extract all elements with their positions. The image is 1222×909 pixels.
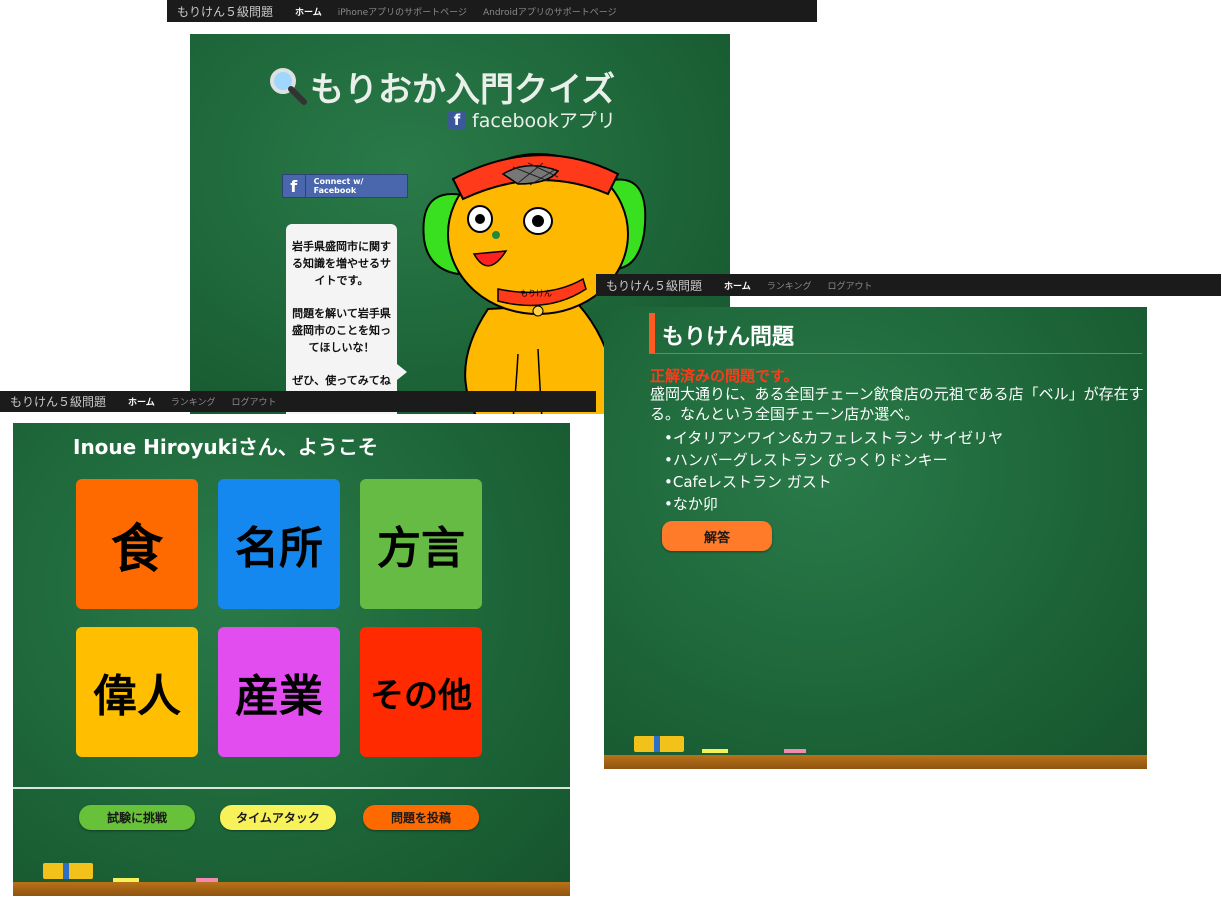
category-people-tile[interactable]: 偉人 xyxy=(76,627,198,757)
nav-iphone-support[interactable]: iPhoneアプリのサポートページ xyxy=(330,5,475,18)
category-other-tile[interactable]: その他 xyxy=(360,627,482,757)
facebook-app-label: f facebookアプリ xyxy=(448,106,616,133)
answer-option[interactable]: •ハンバーグレストラン びっくりドンキー xyxy=(664,449,1003,471)
divider xyxy=(13,787,570,789)
connect-label: Connect w/ Facebook xyxy=(313,177,364,195)
eraser-image xyxy=(43,863,93,879)
nav-home[interactable]: ホーム xyxy=(287,5,330,18)
question-page-title: もりけん問題 xyxy=(662,325,795,350)
facebook-icon: f xyxy=(283,175,306,197)
nav-logout[interactable]: ログアウト xyxy=(819,279,880,292)
chalk-tray xyxy=(604,755,1147,769)
facebook-icon: f xyxy=(448,110,466,129)
category-food-tile[interactable]: 食 xyxy=(76,479,198,609)
answer-options: •イタリアンワイン&カフェレストラン サイゼリヤ •ハンバーグレストラン びっく… xyxy=(664,427,1003,515)
connect-facebook-button[interactable]: f Connect w/ Facebook xyxy=(282,174,408,198)
navbar-brand[interactable]: もりけん５級問題 xyxy=(177,3,273,20)
panel3-board: Inoue Hiroyukiさん、ようこそ 食 名所 方言 偉人 産業 その他 … xyxy=(13,423,570,896)
nav-ranking[interactable]: ランキング xyxy=(163,395,224,408)
title-accent-bar xyxy=(649,313,655,353)
eraser-image xyxy=(634,736,684,752)
chalk-image xyxy=(784,749,806,753)
speech-bubble-tail xyxy=(397,364,407,380)
answer-option[interactable]: •イタリアンワイン&カフェレストラン サイゼリヤ xyxy=(664,427,1003,449)
chalk-tray xyxy=(13,882,570,896)
page-title: もりおか入門クイズ xyxy=(310,70,615,110)
divider xyxy=(649,353,1142,354)
navbar-brand[interactable]: もりけん５級問題 xyxy=(10,393,106,410)
time-attack-button[interactable]: タイムアタック xyxy=(220,805,336,830)
search-icon xyxy=(268,66,308,110)
submit-question-button[interactable]: 問題を投稿 xyxy=(363,805,479,830)
chalk-image xyxy=(702,749,728,753)
nav-home[interactable]: ホーム xyxy=(716,279,759,292)
question-text: 盛岡大通りに、ある全国チェーン飲食店の元祖である店「ベル」が存在する。なんという… xyxy=(650,385,1144,423)
answer-option[interactable]: •Cafeレストラン ガスト xyxy=(664,471,1003,493)
nav-home[interactable]: ホーム xyxy=(120,395,163,408)
panel2-board: もりけん問題 正解済みの問題です。 盛岡大通りに、ある全国チェーン飲食店の元祖で… xyxy=(604,307,1147,769)
welcome-message: Inoue Hiroyukiさん、ようこそ xyxy=(73,435,378,459)
panel3-navbar: もりけん５級問題 ホーム ランキング ログアウト xyxy=(0,391,596,412)
solved-notice: 正解済みの問題です。 xyxy=(650,367,799,385)
nav-ranking[interactable]: ランキング xyxy=(759,279,820,292)
panel1-navbar: もりけん５級問題 ホーム iPhoneアプリのサポートページ Androidアプ… xyxy=(167,0,817,22)
bubble-text: 岩手県盛岡市に関する知識を増やせるサイトです。 xyxy=(292,240,391,287)
take-exam-button[interactable]: 試験に挑戦 xyxy=(79,805,195,830)
navbar-brand[interactable]: もりけん５級問題 xyxy=(606,277,702,294)
bubble-text: 問題を解いて岩手県盛岡市のことを知ってほしいな！ xyxy=(292,307,391,354)
category-industry-tile[interactable]: 産業 xyxy=(218,627,340,757)
bubble-text: ぜひ、使ってみてね xyxy=(292,374,391,387)
speech-bubble: 岩手県盛岡市に関する知識を増やせるサイトです。 問題を解いて岩手県盛岡市のことを… xyxy=(286,224,397,414)
facebook-app-text: facebookアプリ xyxy=(472,110,616,132)
answer-button[interactable]: 解答 xyxy=(662,521,772,551)
panel2-navbar: もりけん５級問題 ホーム ランキング ログアウト xyxy=(596,274,1221,296)
category-dialect-tile[interactable]: 方言 xyxy=(360,479,482,609)
answer-option[interactable]: •なか卯 xyxy=(664,493,1003,515)
nav-logout[interactable]: ログアウト xyxy=(223,395,284,408)
category-sights-tile[interactable]: 名所 xyxy=(218,479,340,609)
svg-text:もりけん: もりけん xyxy=(520,289,552,298)
nav-android-support[interactable]: Androidアプリのサポートページ xyxy=(475,5,625,18)
